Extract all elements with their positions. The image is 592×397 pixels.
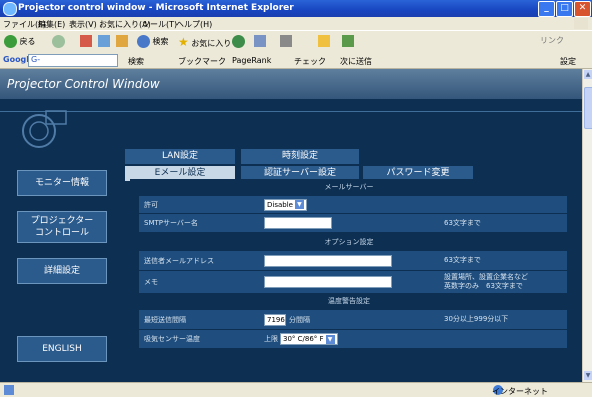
interval-input[interactable]: 7196 [264, 313, 286, 326]
send-button[interactable]: 次に送信 [340, 56, 372, 67]
mail-icon [254, 35, 266, 47]
minimize-button[interactable]: _ [538, 1, 555, 17]
menu-help[interactable]: ヘルプ(H) [176, 19, 212, 30]
tab-lan-settings[interactable]: LAN設定 [124, 148, 236, 165]
menu-edit[interactable]: 編集(E) [38, 19, 65, 30]
section-mail-server: メールサーバー [324, 183, 374, 191]
row-memo: メモ 設置場所、設置企業名など 英数字のみ 63文字まで [138, 270, 568, 294]
google-search-input[interactable]: G- [28, 54, 118, 67]
messenger-icon [342, 35, 354, 47]
nav-monitor-info[interactable]: モニター情報 [17, 170, 107, 196]
row-intake-temp: 吸気センサー温度 上限 30° C/86° F ▼ [138, 329, 568, 349]
memo-input[interactable] [264, 276, 392, 288]
sender-email-input[interactable] [264, 254, 392, 267]
menu-bar: ファイル(F) 編集(E) 表示(V) お気に入り(A) ツール(T) ヘルプ(… [0, 17, 592, 30]
page-header: Projector Control Window [0, 69, 582, 99]
menu-view[interactable]: 表示(V) [69, 19, 97, 30]
back-button[interactable]: 戻る [4, 35, 36, 48]
bookmarks-button[interactable]: ブックマーク [178, 56, 226, 67]
nav-detailed-settings[interactable]: 詳細設定 [17, 258, 107, 284]
google-toolbar: Google G- 検索 ブックマーク PageRank チェック 次に送信 設… [0, 53, 592, 69]
star-icon: ★ [178, 35, 189, 49]
scroll-thumb[interactable] [584, 87, 592, 129]
google-settings-button[interactable]: 設定 [560, 56, 576, 67]
page-status-icon [4, 385, 14, 395]
row-smtp: SMTPサーバー名 63文字まで [138, 213, 568, 233]
row-permit: 許可 Disable ▼ [138, 195, 568, 214]
refresh-button[interactable] [98, 35, 110, 47]
chevron-down-icon: ▼ [294, 200, 304, 209]
home-icon [116, 35, 128, 47]
zone-label: インターネット [492, 387, 548, 396]
smtp-input[interactable] [264, 217, 332, 229]
settings-panel: メールサーバー 許可 Disable ▼ SMTPサーバー名 63文字まで オプ… [130, 179, 582, 382]
scroll-up-icon[interactable]: ▲ [584, 70, 592, 79]
maximize-button[interactable]: □ [556, 1, 573, 17]
stop-button[interactable] [80, 35, 92, 47]
tab-time-settings[interactable]: 時刻設定 [240, 148, 360, 165]
nav-english[interactable]: ENGLISH [17, 336, 107, 362]
page-content: Projector Control Window モニター情報 プロジェクター … [0, 69, 582, 382]
pagerank-button[interactable]: PageRank [232, 56, 271, 65]
browser-window: Projector control window - Microsoft Int… [0, 0, 592, 397]
messenger-button[interactable] [342, 35, 354, 47]
vertical-scrollbar[interactable]: ▲ ▼ [582, 69, 592, 382]
search-icon [137, 35, 150, 48]
stop-icon [80, 35, 92, 47]
status-bar: インターネット [0, 382, 592, 397]
mail-button[interactable] [254, 35, 266, 47]
back-arrow-icon [4, 35, 17, 48]
menu-tools[interactable]: ツール(T) [142, 19, 177, 30]
search-button[interactable]: 検索 [137, 35, 169, 48]
windows-flag-icon [574, 18, 588, 29]
forward-button[interactable] [52, 35, 65, 48]
window-title: Projector control window - Microsoft Int… [18, 3, 294, 13]
projector-logo-icon [22, 110, 67, 148]
history-icon [232, 35, 245, 48]
row-interval: 最短送信間隔 7196 分間隔 30分以上999分以下 [138, 309, 568, 330]
chevron-down-icon: ▼ [325, 334, 335, 344]
check-button[interactable]: チェック [294, 56, 326, 67]
links-label[interactable]: リンク [540, 35, 564, 46]
favorites-button[interactable]: ★ お気に入り [178, 35, 231, 49]
refresh-icon [98, 35, 110, 47]
row-sender: 送信者メールアドレス 63文字まで [138, 250, 568, 271]
title-bar: Projector control window - Microsoft Int… [0, 0, 592, 17]
history-button[interactable] [232, 35, 245, 48]
folder-icon [318, 35, 330, 47]
page-title: Projector Control Window [7, 77, 160, 91]
print-button[interactable] [280, 35, 292, 47]
section-temp-warning: 温度警告設定 [328, 297, 370, 305]
toolbar: 戻る 検索 ★ お気に入り リンク [0, 30, 592, 54]
home-button[interactable] [116, 35, 128, 47]
folder-button[interactable] [318, 35, 330, 47]
google-search-button[interactable]: 検索 [128, 56, 144, 67]
nav-projector-control[interactable]: プロジェクター コントロール [17, 211, 107, 243]
scroll-down-icon[interactable]: ▼ [584, 371, 592, 380]
close-button[interactable]: ✕ [574, 1, 591, 17]
section-options: オプション設定 [324, 238, 374, 246]
forward-arrow-icon [52, 35, 65, 48]
print-icon [280, 35, 292, 47]
ie-icon [3, 2, 17, 16]
permit-select[interactable]: Disable ▼ [264, 198, 307, 211]
intake-temp-select[interactable]: 30° C/86° F ▼ [280, 333, 338, 345]
